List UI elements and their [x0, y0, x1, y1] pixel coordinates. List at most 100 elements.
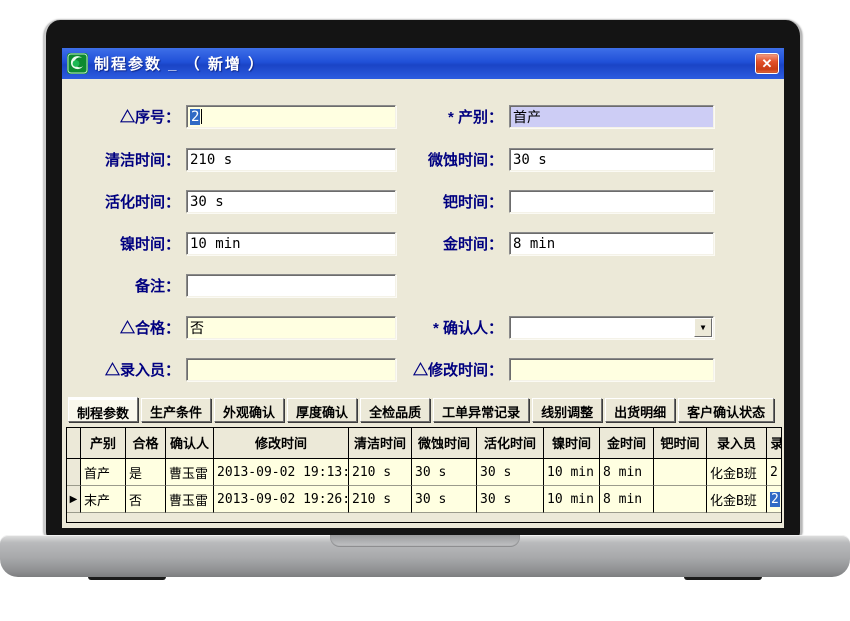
grid-header-10[interactable]: 钯时间 [654, 428, 707, 458]
tab-1[interactable]: 制程参数 [68, 397, 138, 422]
tab-5[interactable]: 全检品质 [360, 398, 430, 422]
field-microetch-time: 微蚀时间： 30 s [407, 148, 714, 171]
field-palladium-time: 钯时间： [407, 190, 714, 213]
modify-time-label: △修改时间： [407, 359, 503, 380]
grid-header-2[interactable]: 合格 [126, 428, 166, 458]
grid-cell[interactable]: 化金B班 [707, 486, 767, 513]
palladium-time-input[interactable] [509, 190, 714, 213]
field-activation-time: 活化时间： 30 s [72, 190, 396, 213]
confirmer-select[interactable]: ▼ [509, 316, 714, 339]
grid-header-1[interactable]: 产别 [81, 428, 126, 458]
grid-cell[interactable] [654, 459, 707, 486]
field-nickel-time: 镍时间： 10 min [72, 232, 396, 255]
tab-2[interactable]: 生产条件 [141, 398, 211, 422]
row-selector-cell[interactable]: ▶ [67, 486, 81, 513]
grid-cell[interactable]: 2 [767, 459, 782, 486]
grid-cell[interactable] [654, 486, 707, 513]
grid-header-8[interactable]: 镍时间 [544, 428, 600, 458]
grid-cell[interactable]: 30 s [412, 486, 477, 513]
grid-cell[interactable]: 是 [126, 459, 166, 486]
grid-cell[interactable]: 30 s [477, 486, 544, 513]
text-caret [201, 109, 202, 124]
tab-8[interactable]: 出货明细 [605, 398, 675, 422]
dropdown-arrow-icon[interactable]: ▼ [694, 318, 712, 337]
field-confirmer: * 确认人： ▼ [407, 316, 714, 339]
row-selector-cell[interactable] [67, 459, 81, 486]
grid-header-5[interactable]: 清洁时间 [349, 428, 412, 458]
remark-label: 备注： [72, 275, 180, 296]
app-icon [67, 53, 88, 74]
table-row[interactable]: ▶末产否曹玉雷2013-09-02 19:26:23210 s30 s30 s1… [67, 486, 782, 513]
grid-header-11[interactable]: 录入员 [707, 428, 767, 458]
grid-cell[interactable]: 否 [126, 486, 166, 513]
palladium-time-label: 钯时间： [407, 191, 503, 212]
product-type-label: * 产别： [407, 106, 503, 127]
clean-time-label: 清洁时间： [72, 149, 180, 170]
grid-cell[interactable]: 30 s [412, 459, 477, 486]
grid-cell[interactable]: 曹玉雷 [166, 459, 214, 486]
remark-input[interactable] [186, 274, 396, 297]
nickel-time-input[interactable]: 10 min [186, 232, 396, 255]
field-entry-person: △录入员： [72, 358, 396, 381]
modify-time-input[interactable] [509, 358, 714, 381]
grid-cell[interactable]: 10 min [544, 486, 600, 513]
title-bar[interactable]: 制程参数 _ （ 新增 ） ✕ [62, 48, 784, 79]
activation-time-label: 活化时间： [72, 191, 180, 212]
confirmer-label: * 确认人： [407, 317, 503, 338]
grid-cell[interactable]: 210 s [349, 459, 412, 486]
activation-time-input[interactable]: 30 s [186, 190, 396, 213]
page: 制程参数 _ （ 新增 ） ✕ △序号： 2 清洁时间： 210 s 活化时间：… [0, 0, 850, 621]
grid-cell[interactable]: 210 s [349, 486, 412, 513]
entry-person-input[interactable] [186, 358, 396, 381]
gold-time-label: 金时间： [407, 233, 503, 254]
tab-4[interactable]: 厚度确认 [287, 398, 357, 422]
qualified-input[interactable]: 否 [186, 316, 396, 339]
field-clean-time: 清洁时间： 210 s [72, 148, 396, 171]
microetch-time-input[interactable]: 30 s [509, 148, 714, 171]
close-button[interactable]: ✕ [755, 53, 779, 74]
clean-time-input[interactable]: 210 s [186, 148, 396, 171]
tab-7[interactable]: 线别调整 [532, 398, 602, 422]
tab-6[interactable]: 工单异常记录 [433, 398, 529, 422]
grid-cell[interactable]: 8 min [600, 486, 654, 513]
gold-time-input[interactable]: 8 min [509, 232, 714, 255]
grid-header-9[interactable]: 金时间 [600, 428, 654, 458]
grid-cell[interactable]: 30 s [477, 459, 544, 486]
grid-cell[interactable]: 末产 [81, 486, 126, 513]
entry-person-label: △录入员： [72, 359, 180, 380]
nickel-time-label: 镍时间： [72, 233, 180, 254]
records-grid: 产别合格确认人修改时间清洁时间微蚀时间活化时间镍时间金时间钯时间录入员录入时间首… [66, 427, 782, 523]
grid-cell[interactable]: 8 min [600, 459, 654, 486]
window-title: 制程参数 _ （ 新增 ） [94, 53, 265, 74]
grid-header-12[interactable]: 录入时间 [767, 428, 782, 458]
grid-header-3[interactable]: 确认人 [166, 428, 214, 458]
laptop-latch-notch [330, 535, 520, 547]
tab-3[interactable]: 外观确认 [214, 398, 284, 422]
microetch-time-label: 微蚀时间： [407, 149, 503, 170]
dialog-window: 制程参数 _ （ 新增 ） ✕ △序号： 2 清洁时间： 210 s 活化时间：… [62, 48, 784, 528]
field-qualified: △合格： 否 [72, 316, 396, 339]
field-remark: 备注： [72, 274, 396, 297]
grid-cell[interactable]: 2013-09-02 19:26:23 [214, 486, 349, 513]
qualified-label: △合格： [72, 317, 180, 338]
grid-cell[interactable]: 2013-09-02 19:13:03 [214, 459, 349, 486]
grid-cell[interactable]: 化金B班 [707, 459, 767, 486]
serial-input[interactable]: 2 [186, 105, 396, 128]
grid-header-0[interactable] [67, 428, 81, 458]
grid-cell[interactable]: 首产 [81, 459, 126, 486]
grid-header-7[interactable]: 活化时间 [477, 428, 544, 458]
tab-bar: 制程参数生产条件外观确认厚度确认全检品质工单异常记录线别调整出货明细客户确认状态 [68, 398, 774, 423]
field-product-type: * 产别： 首产 [407, 105, 714, 128]
grid-cell[interactable]: 2 [767, 486, 782, 513]
field-gold-time: 金时间： 8 min [407, 232, 714, 255]
grid-header-4[interactable]: 修改时间 [214, 428, 349, 458]
grid-cell[interactable]: 10 min [544, 459, 600, 486]
selected-cell-value: 2 [770, 492, 780, 507]
grid-cell[interactable]: 曹玉雷 [166, 486, 214, 513]
tab-9[interactable]: 客户确认状态 [678, 398, 774, 422]
grid-header-6[interactable]: 微蚀时间 [412, 428, 477, 458]
table-row[interactable]: 首产是曹玉雷2013-09-02 19:13:03210 s30 s30 s10… [67, 459, 782, 486]
grid-header-row: 产别合格确认人修改时间清洁时间微蚀时间活化时间镍时间金时间钯时间录入员录入时间 [67, 428, 782, 459]
serial-value: 2 [190, 109, 200, 125]
product-type-input[interactable]: 首产 [509, 105, 714, 128]
